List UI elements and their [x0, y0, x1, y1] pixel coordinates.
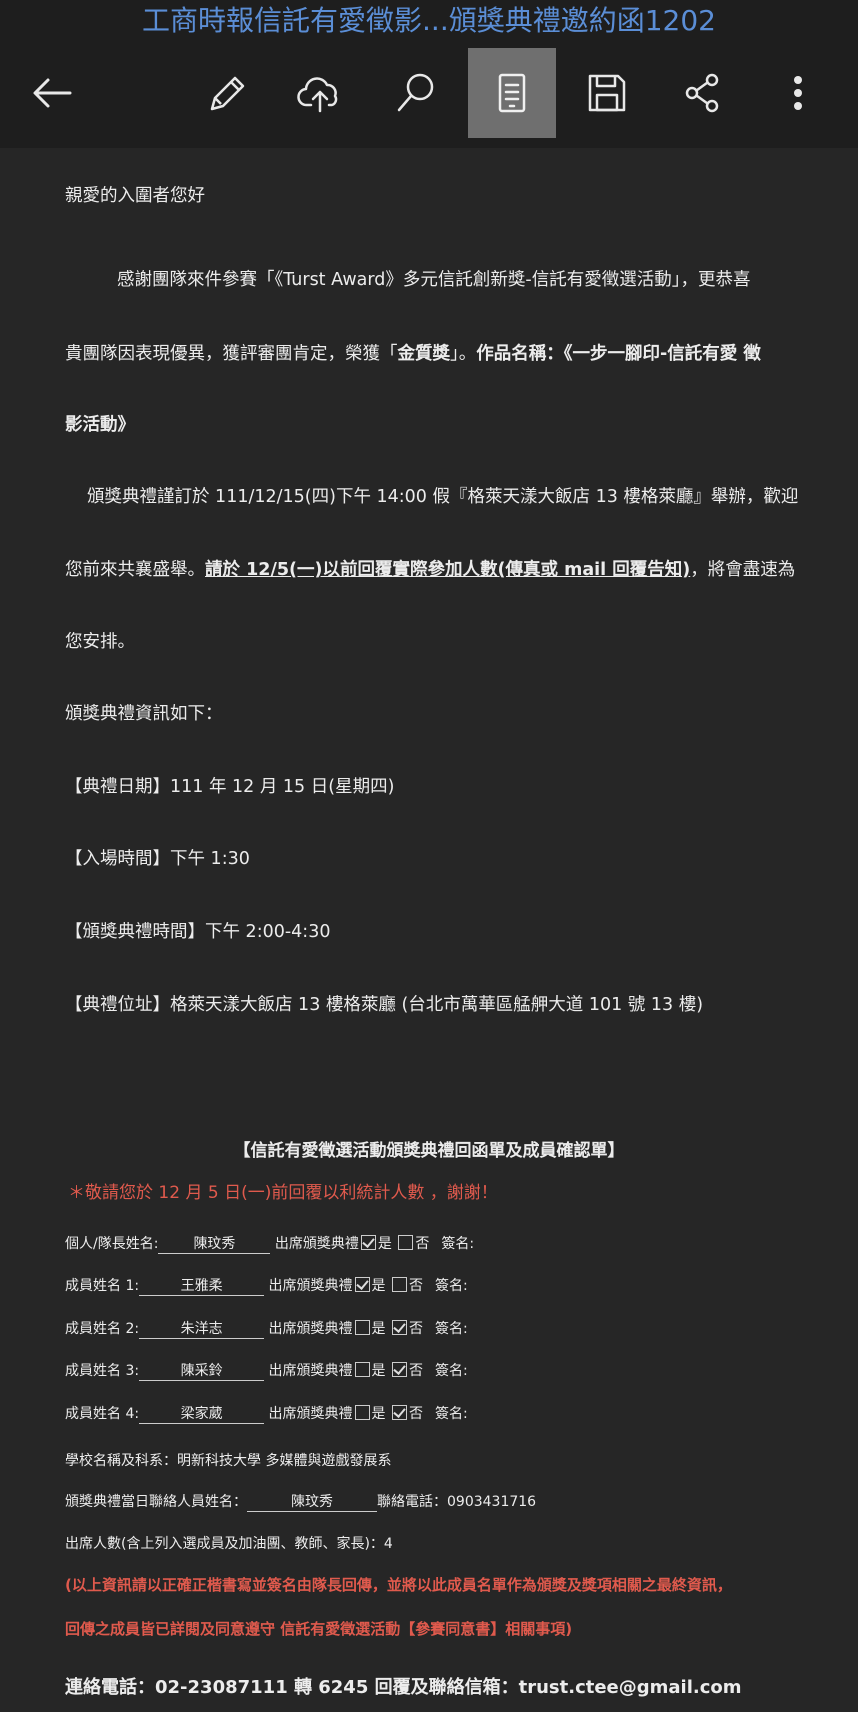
no-label: 否 — [408, 1278, 423, 1294]
info-date: 【典禮日期】111 年 12 月 15 日(星期四) — [65, 777, 395, 797]
attend-yes-checkbox[interactable] — [354, 1362, 370, 1377]
yes-label: 是 — [377, 1236, 397, 1252]
save-button[interactable] — [563, 48, 651, 138]
info-venue: 【典禮位址】格萊天漾大飯店 13 樓格萊廳 (台北市萬華區艋舺大道 101 號 … — [65, 995, 704, 1015]
more-options-button[interactable] — [754, 48, 842, 138]
form-note: ＊敬請您於 12 月 5 日(一)前回覆以利統計人數 ，謝謝！ — [68, 1183, 498, 1203]
member-name[interactable]: 梁家葳 — [139, 1403, 265, 1424]
member-label: 成員姓名 1: — [65, 1278, 140, 1294]
signature-label: 簽名: — [434, 1363, 468, 1379]
warning-line-1: (以上資訊請以正確正楷書寫並簽名由隊長回傳，並將以此成員名單作為頒獎及獎項相關之… — [65, 1576, 732, 1594]
attend-no-checkbox[interactable] — [391, 1320, 407, 1335]
member-name[interactable]: 王雅柔 — [139, 1275, 265, 1296]
attend-label: 出席頒獎典禮 — [270, 1236, 359, 1252]
document-title: 工商時報信託有愛徵影...頒獎典禮邀約函1202 — [142, 4, 716, 37]
paragraph-1-line-2: 貴團隊因表現優異，獲評審團肯定，榮獲「金質獎」。作品名稱：《一步一腳印-信託有愛… — [65, 344, 761, 364]
attend-yes-checkbox[interactable] — [354, 1405, 370, 1420]
attend-yes-checkbox[interactable] — [354, 1320, 370, 1335]
info-heading: 頒獎典禮資訊如下： — [65, 704, 223, 724]
yes-label: 是 — [371, 1278, 390, 1294]
member-label: 成員姓名 4: — [65, 1406, 140, 1422]
no-label: 否 — [408, 1321, 423, 1337]
contact-info: 連絡電話：02-23087111 轉 6245 回覆及聯絡信箱：trust.ct… — [65, 1677, 742, 1698]
back-button[interactable] — [8, 48, 96, 138]
attend-no-checkbox[interactable] — [391, 1277, 407, 1292]
attend-label: 出席頒獎典禮 — [264, 1278, 353, 1294]
search-button[interactable] — [372, 48, 460, 138]
attend-no-checkbox[interactable] — [391, 1405, 407, 1420]
member-name[interactable]: 朱洋志 — [139, 1318, 265, 1339]
form-title: 【信託有愛徵選活動頒獎典禮回函單及成員確認單】 — [233, 1141, 625, 1161]
school-name: 學校名稱及科系：明新科技大學 多媒體與遊戲發展系 — [65, 1453, 392, 1469]
signature-label: 簽名: — [434, 1406, 468, 1422]
paragraph-2-line-2: 您前來共襄盛舉。請於 12/5(一)以前回覆實際參加人數(傳真或 mail 回覆… — [65, 560, 796, 580]
member-name[interactable]: 陳玟秀 — [158, 1233, 271, 1254]
contact-phone: 聯絡電話：0903431716 — [377, 1494, 537, 1510]
member-label: 個人/隊長姓名: — [65, 1236, 159, 1252]
edit-button[interactable] — [182, 48, 270, 138]
attend-yes-checkbox[interactable] — [360, 1235, 376, 1250]
pencil-icon — [210, 76, 245, 111]
greeting: 親愛的入圍者您好 — [65, 186, 205, 206]
signature-label: 簽名: — [434, 1278, 468, 1294]
cloud-upload-icon — [297, 77, 338, 113]
share-icon — [685, 73, 719, 113]
more-vertical-icon — [794, 76, 802, 110]
document-view-icon — [498, 73, 526, 113]
attend-label: 出席頒獎典禮 — [264, 1406, 353, 1422]
yes-label: 是 — [371, 1363, 390, 1379]
signature-label: 簽名: — [434, 1321, 468, 1337]
no-label: 否 — [408, 1406, 423, 1422]
warning-line-2: 回傳之成員皆已詳閱及同意遵守 信託有愛徵選活動【參賽同意書】相關事項) — [65, 1620, 573, 1638]
reply-request: 請於 12/5(一)以前回覆實際參加人數(傳真或 mail 回覆告知) — [205, 560, 691, 580]
no-label: 否 — [408, 1363, 423, 1379]
yes-label: 是 — [371, 1406, 390, 1422]
attend-label: 出席頒獎典禮 — [264, 1321, 353, 1337]
reading-view-button[interactable] — [468, 48, 556, 138]
arrow-left-icon — [33, 78, 72, 108]
signature-label: 簽名: — [441, 1236, 475, 1252]
paragraph-2-line-3: 您安排。 — [65, 632, 135, 652]
contact-person-name: 陳玟秀 — [247, 1491, 377, 1512]
contact-person-row: 頒獎典禮當日聯絡人員姓名： 陳玟秀 聯絡電話：0903431716 — [65, 1491, 536, 1512]
member-name[interactable]: 陳采鈴 — [139, 1360, 265, 1381]
attend-no-checkbox[interactable] — [398, 1235, 414, 1250]
member-label: 成員姓名 2: — [65, 1321, 140, 1337]
attend-yes-checkbox[interactable] — [354, 1277, 370, 1292]
no-label: 否 — [415, 1236, 430, 1252]
member-row: 成員姓名 1: 王雅柔 出席頒獎典禮 是 否簽名: — [65, 1275, 468, 1296]
work-title: 作品名稱：《一步一腳印-信託有愛 徵 — [476, 344, 761, 364]
info-ceremony-time: 【頒獎典禮時間】下午 2:00-4:30 — [65, 922, 331, 942]
share-button[interactable] — [658, 48, 746, 138]
upload-button[interactable] — [276, 48, 364, 138]
member-label: 成員姓名 3: — [65, 1363, 140, 1379]
paragraph-1-line-1: 感謝團隊來件參賽「《Turst Award》多元信託創新獎-信託有愛徵選活動」，… — [117, 270, 751, 290]
award-name: 金質獎 — [397, 344, 451, 364]
member-row: 成員姓名 4: 梁家葳 出席頒獎典禮 是 否簽名: — [65, 1403, 468, 1424]
member-row: 成員姓名 2: 朱洋志 出席頒獎典禮 是 否簽名: — [65, 1318, 468, 1339]
search-icon — [397, 73, 434, 112]
document-content: 親愛的入圍者您好 感謝團隊來件參賽「《Turst Award》多元信託創新獎-信… — [0, 148, 858, 1712]
member-row: 成員姓名 3: 陳采鈴 出席頒獎典禮 是 否簽名: — [65, 1360, 468, 1381]
yes-label: 是 — [371, 1321, 390, 1337]
paragraph-2-line-1: 頒獎典禮謹訂於 111/12/15(四)下午 14:00 假『格萊天漾大飯店 1… — [87, 487, 799, 507]
work-title-end: 影活動》 — [65, 415, 135, 435]
attend-no-checkbox[interactable] — [391, 1362, 407, 1377]
member-row: 個人/隊長姓名: 陳玟秀 出席頒獎典禮 是 否簽名: — [65, 1233, 474, 1254]
app-toolbar: 工商時報信託有愛徵影...頒獎典禮邀約函1202 — [0, 0, 858, 148]
info-entry-time: 【入場時間】下午 1:30 — [65, 849, 250, 869]
floppy-disk-icon — [588, 74, 626, 112]
attend-label: 出席頒獎典禮 — [264, 1363, 353, 1379]
attendance-count: 出席人數(含上列入選成員及加油團、教師、家長)：4 — [65, 1536, 393, 1552]
